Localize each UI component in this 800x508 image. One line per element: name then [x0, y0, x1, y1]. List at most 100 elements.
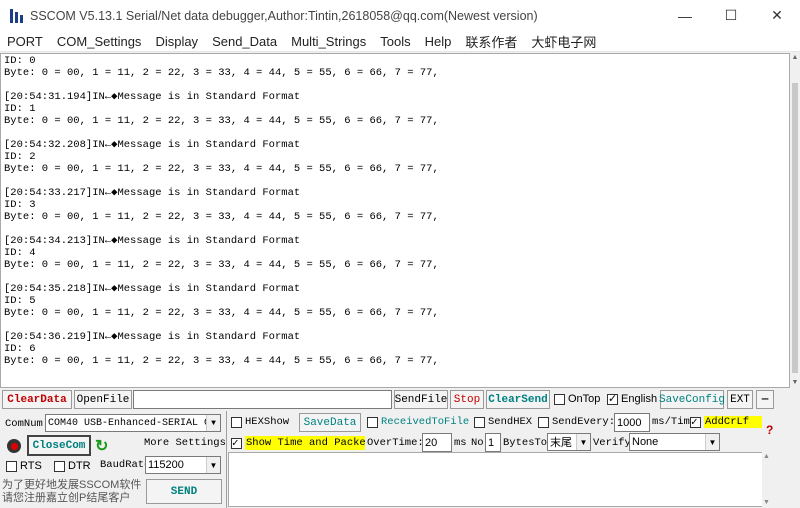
promo-text-line1: 为了更好地发展SSCOM软件 — [2, 479, 142, 491]
chevron-down-icon[interactable]: ▼ — [705, 434, 719, 450]
received-to-file-box[interactable] — [367, 416, 378, 428]
maximize-button[interactable]: ☐ — [708, 0, 754, 31]
send-hex-checkbox[interactable]: SendHEX — [474, 416, 532, 428]
english-box[interactable] — [607, 392, 618, 405]
output-line: ID: 6 — [4, 343, 36, 355]
send-scrollbar[interactable]: ▲ ▼ — [762, 452, 774, 507]
com-port-value: COM40 USB-Enhanced-SERIAL C — [48, 417, 211, 429]
menu-help[interactable]: Help — [418, 34, 459, 49]
menu-bar: PORT COM_Settings Display Send_Data Mult… — [0, 31, 800, 52]
output-line: [20:54:31.194]IN←◆Message is in Standard… — [4, 91, 301, 103]
no-label: No — [471, 437, 484, 449]
show-time-label: Show Time and Packe — [245, 436, 365, 450]
output-scrollbar[interactable]: ▲ ▼ — [790, 53, 800, 388]
menu-tools[interactable]: Tools — [373, 34, 417, 49]
on-top-checkbox[interactable]: OnTop — [554, 393, 600, 405]
clear-data-button[interactable]: ClearData — [2, 390, 72, 409]
window-title: SSCOM V5.13.1 Serial/Net data debugger,A… — [30, 8, 538, 23]
baud-rate-select[interactable]: 115200 ▼ — [145, 456, 221, 474]
add-crlf-label: AddCrLf — [704, 416, 762, 428]
hex-show-checkbox[interactable]: HEXShow — [231, 416, 289, 428]
output-line: [20:54:34.213]IN←◆Message is in Standard… — [4, 235, 301, 247]
menu-com-settings[interactable]: COM_Settings — [50, 34, 149, 49]
output-line: Byte: 0 = 00, 1 = 11, 2 = 22, 3 = 33, 4 … — [4, 67, 439, 79]
send-every-input[interactable]: 1000 — [614, 413, 650, 432]
more-settings-label[interactable]: More Settings — [144, 437, 226, 449]
baud-rate-label: BaudRate: — [100, 459, 145, 471]
menu-port[interactable]: PORT — [0, 34, 50, 49]
output-line: ID: 2 — [4, 151, 36, 163]
save-config-button[interactable]: SaveConfig — [659, 390, 725, 409]
output-line: Byte: 0 = 00, 1 = 11, 2 = 22, 3 = 33, 4 … — [4, 307, 439, 319]
scrollbar-thumb[interactable] — [792, 83, 798, 373]
dtr-box[interactable] — [54, 460, 65, 472]
add-crlf-box[interactable] — [690, 415, 701, 429]
refresh-icon[interactable]: ↻ — [95, 436, 108, 456]
file-path-input[interactable] — [133, 390, 392, 409]
chevron-down-icon[interactable]: ▼ — [576, 434, 590, 450]
scroll-down-icon[interactable]: ▼ — [790, 378, 800, 388]
on-top-box[interactable] — [554, 393, 565, 405]
bytes-to-select[interactable]: 末尾 ▼ — [547, 433, 591, 451]
chevron-down-icon[interactable]: ▼ — [206, 415, 220, 431]
panel-divider — [226, 411, 227, 508]
menu-daxia-website[interactable]: 大虾电子网 — [524, 32, 603, 51]
com-port-select[interactable]: COM40 USB-Enhanced-SERIAL C ▼ — [45, 414, 221, 432]
overtime-ms-label: ms — [454, 437, 467, 449]
output-line: [20:54:32.208]IN←◆Message is in Standard… — [4, 139, 301, 151]
send-text-area[interactable] — [228, 452, 774, 507]
menu-send-data[interactable]: Send_Data — [205, 34, 284, 49]
ext-button[interactable]: EXT — [727, 390, 753, 409]
minimize-button[interactable]: — — [662, 0, 708, 31]
menu-contact-author[interactable]: 联系作者 — [458, 32, 524, 51]
rts-box[interactable] — [6, 460, 17, 472]
output-line: ID: 0 — [4, 55, 36, 67]
send-hex-box[interactable] — [474, 416, 485, 428]
menu-multi-strings[interactable]: Multi_Strings — [284, 34, 373, 49]
output-line: Byte: 0 = 00, 1 = 11, 2 = 22, 3 = 33, 4 … — [4, 355, 439, 367]
ms-per-time-label: ms/Tim — [652, 416, 690, 428]
output-line: Byte: 0 = 00, 1 = 11, 2 = 22, 3 = 33, 4 … — [4, 259, 439, 271]
show-time-box[interactable] — [231, 436, 242, 450]
show-time-checkbox[interactable]: Show Time and Packe — [231, 436, 365, 450]
menu-display[interactable]: Display — [148, 34, 205, 49]
dtr-checkbox[interactable]: DTR — [54, 460, 91, 472]
english-checkbox[interactable]: English — [607, 392, 657, 405]
title-bar: SSCOM V5.13.1 Serial/Net data debugger,A… — [0, 0, 800, 31]
collapse-button[interactable]: — — [756, 390, 774, 409]
save-data-button[interactable]: SaveData — [299, 413, 361, 432]
output-line: ID: 5 — [4, 295, 36, 307]
output-line: Byte: 0 = 00, 1 = 11, 2 = 22, 3 = 33, 4 … — [4, 163, 439, 175]
output-line: ID: 3 — [4, 199, 36, 211]
verify-select[interactable]: None ▼ — [629, 433, 720, 451]
chevron-down-icon[interactable]: ▼ — [206, 457, 220, 473]
app-icon — [8, 7, 24, 25]
output-line: [20:54:33.217]IN←◆Message is in Standard… — [4, 187, 301, 199]
help-question-icon[interactable]: ? — [766, 423, 773, 437]
send-every-box[interactable] — [538, 416, 549, 428]
send-hex-label: SendHEX — [488, 416, 533, 428]
hex-show-box[interactable] — [231, 416, 242, 428]
stop-button[interactable]: Stop — [450, 390, 484, 409]
clear-send-button[interactable]: ClearSend — [486, 390, 550, 409]
output-line: ID: 1 — [4, 103, 36, 115]
send-file-button[interactable]: SendFile — [394, 390, 448, 409]
scroll-up-icon[interactable]: ▲ — [790, 53, 800, 63]
scroll-up-icon[interactable]: ▲ — [763, 453, 770, 460]
add-crlf-checkbox[interactable]: AddCrLf — [690, 415, 762, 429]
close-button[interactable]: ✕ — [754, 0, 800, 31]
rts-checkbox[interactable]: RTS — [6, 460, 42, 472]
received-to-file-checkbox[interactable]: ReceivedToFile — [367, 416, 469, 428]
send-button[interactable]: SEND — [146, 479, 222, 504]
no-input[interactable]: 1 — [485, 433, 501, 452]
open-file-button[interactable]: OpenFile — [74, 390, 132, 409]
hex-show-label: HEXShow — [245, 416, 290, 428]
output-line: Byte: 0 = 00, 1 = 11, 2 = 22, 3 = 33, 4 … — [4, 115, 439, 127]
send-every-checkbox[interactable]: SendEvery: — [538, 416, 615, 428]
receive-output-area[interactable]: ID: 0 Byte: 0 = 00, 1 = 11, 2 = 22, 3 = 3… — [0, 53, 790, 388]
com-num-label: ComNum — [5, 418, 43, 430]
close-com-button[interactable]: CloseCom — [27, 435, 91, 456]
scroll-down-icon[interactable]: ▼ — [763, 499, 770, 506]
overtime-input[interactable]: 20 — [422, 433, 452, 452]
verify-value: None — [632, 436, 659, 448]
